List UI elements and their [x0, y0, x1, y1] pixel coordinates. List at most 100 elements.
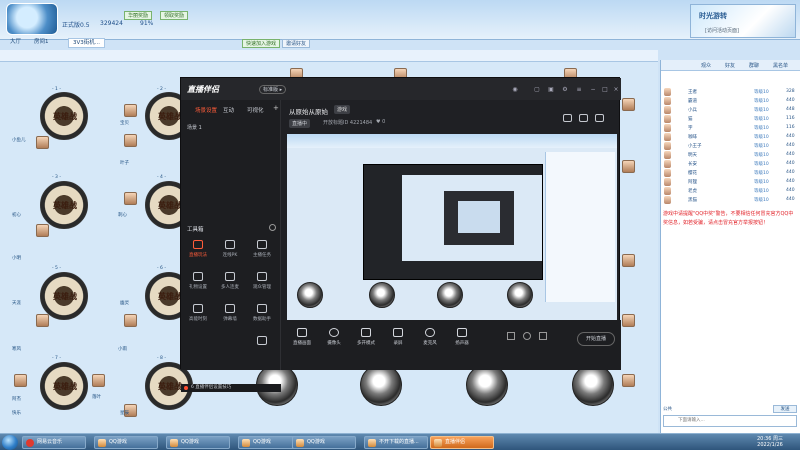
user-row[interactable]: 王者 等级10 328: [664, 88, 798, 97]
user-row[interactable]: 明天 等级10 440: [664, 151, 798, 160]
bonus-button[interactable]: 华丽奖励: [124, 11, 153, 20]
category-tag[interactable]: 游戏: [334, 105, 351, 114]
task-streaming-app[interactable]: 直播伴侣: [430, 436, 494, 449]
gear-icon[interactable]: [539, 332, 547, 340]
copy-icon[interactable]: [563, 114, 572, 122]
quick-join-button[interactable]: 快速加入游戏: [242, 39, 281, 48]
player-avatar[interactable]: [14, 374, 27, 387]
banner-link[interactable]: [访问活动页面]: [705, 27, 739, 34]
player-avatar[interactable]: [622, 314, 635, 327]
game-table-knob[interactable]: [572, 364, 614, 406]
game-table[interactable]: 英雄战: [40, 92, 88, 140]
tool-multi-mic[interactable]: 多人连麦: [217, 272, 243, 290]
tab-room-1[interactable]: 房间1: [30, 38, 53, 48]
user-row[interactable]: 长安 等级10 440: [664, 160, 798, 169]
user-row[interactable]: 老虎 等级10 440: [664, 187, 798, 196]
player-avatar[interactable]: [124, 192, 137, 205]
user-row[interactable]: 小兵 等级10 448: [664, 106, 798, 115]
share-icon[interactable]: [595, 114, 604, 122]
stream-title[interactable]: 从原始从原始: [289, 106, 328, 116]
screen-capture-button[interactable]: 直播画面: [289, 328, 315, 346]
tab-blacklist[interactable]: 黑名单: [773, 62, 788, 69]
tool-danmaku[interactable]: 弹幕墙: [217, 304, 243, 322]
tools-arrow-icon[interactable]: [269, 224, 276, 231]
system-clock[interactable]: 20:36 周三 2022/1/26: [745, 436, 795, 448]
tool-data[interactable]: 数据助手: [249, 304, 275, 322]
settings-icon[interactable]: ⚙: [561, 86, 569, 93]
player-avatar[interactable]: [124, 314, 137, 327]
player-avatar[interactable]: [124, 104, 137, 117]
invite-button[interactable]: 邀请好友: [282, 39, 311, 48]
claim-button[interactable]: 领取奖励: [160, 11, 189, 20]
status-tip[interactable]: 6 直播伴侣设置技巧: [181, 384, 281, 392]
promo-banner[interactable]: 时光游转 [访问活动页面]: [690, 4, 796, 38]
player-avatar[interactable]: [622, 98, 635, 111]
close-icon[interactable]: ×: [612, 86, 620, 93]
task-qq-game[interactable]: QQ游戏: [94, 436, 158, 449]
user-row[interactable]: 宇 等级10 116: [664, 124, 798, 133]
info-icon[interactable]: [523, 332, 531, 340]
video-icon[interactable]: [507, 332, 515, 340]
tool-gift[interactable]: 礼物设置: [185, 272, 211, 290]
game-table[interactable]: 英雄战: [40, 272, 88, 320]
tab-groups[interactable]: 群聊: [749, 62, 759, 69]
stream-preview[interactable]: [287, 134, 617, 320]
user-row[interactable]: 樱花 等级10 440: [664, 169, 798, 178]
menu-icon[interactable]: ≡: [575, 86, 583, 93]
tool-more[interactable]: [249, 336, 275, 348]
task-netease[interactable]: 网易云音乐: [22, 436, 86, 449]
game-table[interactable]: 英雄战: [40, 362, 88, 410]
game-table[interactable]: 英雄战: [40, 181, 88, 229]
channel-label[interactable]: 公共: [663, 406, 672, 412]
camera-button[interactable]: 摄像头: [321, 328, 347, 346]
tab-visual[interactable]: 可视化: [247, 106, 264, 114]
player-avatar[interactable]: [36, 314, 49, 327]
game-table-knob[interactable]: [360, 364, 402, 406]
user-row[interactable]: 霸道 等级10 440: [664, 97, 798, 106]
tab-friends[interactable]: 好友: [725, 62, 735, 69]
player-avatar[interactable]: [124, 134, 137, 147]
player-avatar[interactable]: [36, 136, 49, 149]
tab-interact[interactable]: 互动: [223, 106, 234, 114]
tab-lobby[interactable]: 大厅: [6, 38, 25, 48]
player-avatar[interactable]: [92, 374, 105, 387]
tool-highlight[interactable]: 高能时刻: [185, 304, 211, 322]
user-row[interactable]: 咖啡 等级10 440: [664, 133, 798, 142]
send-button[interactable]: 发送: [773, 405, 797, 413]
record-button[interactable]: 录屏: [385, 328, 411, 346]
message-icon[interactable]: ▢: [533, 86, 541, 93]
multi-open-button[interactable]: 多开模式: [353, 328, 379, 346]
player-avatar[interactable]: [36, 224, 49, 237]
maximize-icon[interactable]: □: [601, 86, 609, 93]
speaker-button[interactable]: 扬声器: [449, 328, 475, 346]
player-avatar[interactable]: [622, 254, 635, 267]
avatar-icon[interactable]: ◉: [511, 86, 519, 93]
minimize-icon[interactable]: −: [589, 86, 597, 93]
task-qq-game[interactable]: QQ游戏: [292, 436, 356, 449]
user-row[interactable]: 阿狸 等级10 440: [664, 178, 798, 187]
player-avatar[interactable]: [622, 160, 635, 173]
tab-room-2[interactable]: 3V3街机...: [68, 38, 106, 48]
chat-input[interactable]: 下面请输入...: [663, 415, 797, 427]
user-row[interactable]: 黑猫 等级10 440: [664, 196, 798, 205]
tool-pk[interactable]: 连线PK: [217, 240, 243, 258]
tab-scene[interactable]: 场景设置: [195, 106, 217, 114]
player-avatar[interactable]: [622, 374, 635, 387]
version-badge[interactable]: 标准版 ▸: [259, 85, 287, 94]
gift-icon[interactable]: ▣: [547, 86, 555, 93]
scene-item[interactable]: 场景 1: [187, 124, 202, 131]
task-browser[interactable]: 不开下载的直播...: [364, 436, 428, 449]
tool-live-play[interactable]: 直播玩法: [185, 240, 211, 258]
fullscreen-icon[interactable]: [579, 114, 588, 122]
microphone-button[interactable]: 麦克风: [417, 328, 443, 346]
task-qq-game[interactable]: QQ游戏: [166, 436, 230, 449]
start-button[interactable]: [2, 435, 18, 450]
tab-audience[interactable]: 观众: [701, 62, 711, 69]
user-row[interactable]: 猫 等级10 116: [664, 115, 798, 124]
game-table-knob[interactable]: [466, 364, 508, 406]
add-scene-icon[interactable]: +: [273, 104, 279, 112]
tool-task[interactable]: 主播任务: [249, 240, 275, 258]
user-row[interactable]: 小王子 等级10 440: [664, 142, 798, 151]
start-live-button[interactable]: 开始直播: [577, 332, 615, 346]
tool-audience[interactable]: 观众管理: [249, 272, 275, 290]
